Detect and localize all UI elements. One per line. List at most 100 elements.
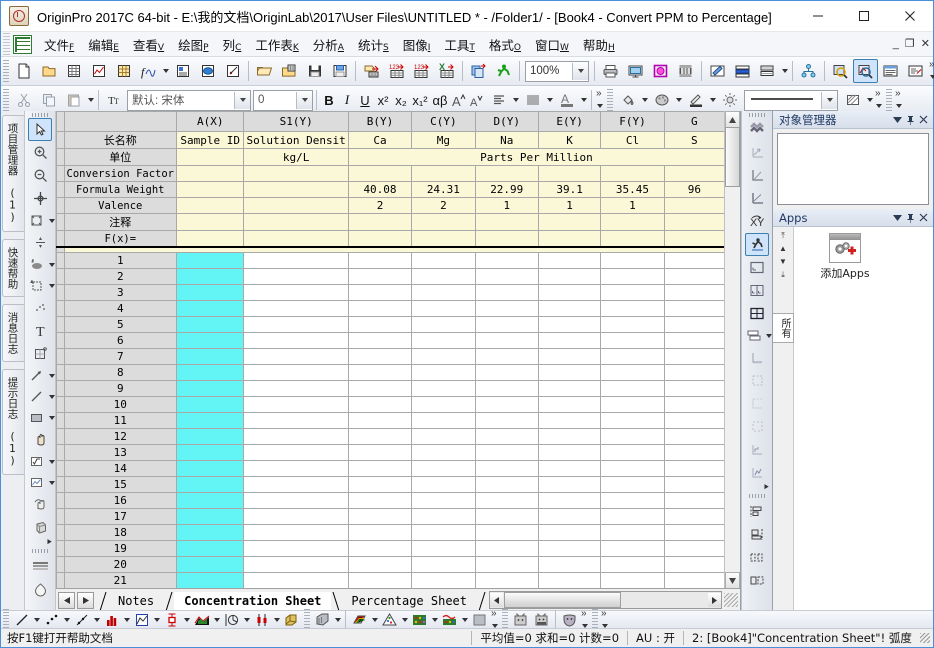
data-cell[interactable] xyxy=(537,300,602,317)
bold-button[interactable]: B xyxy=(320,90,338,111)
print-preview-icon[interactable] xyxy=(623,59,648,83)
data-cell[interactable] xyxy=(175,556,245,573)
meta-cell[interactable] xyxy=(663,197,725,214)
menu-item-window[interactable]: 窗口W xyxy=(528,33,576,56)
meta-cell[interactable] xyxy=(175,230,245,248)
row-number[interactable]: 20 xyxy=(63,556,178,573)
data-cell[interactable] xyxy=(663,252,725,269)
data-cell[interactable] xyxy=(474,268,539,285)
fill-area-icon[interactable] xyxy=(469,612,490,629)
rectangle-dropdown[interactable] xyxy=(49,407,56,428)
line-dropdown[interactable] xyxy=(49,386,56,407)
data-cell[interactable] xyxy=(347,572,413,589)
export-video-icon[interactable] xyxy=(673,59,698,83)
meta-cell[interactable]: 40.08 xyxy=(347,181,413,198)
window-resize-grip[interactable] xyxy=(724,593,738,607)
font-color-dropdown[interactable] xyxy=(579,89,588,111)
data-cell[interactable] xyxy=(600,268,665,285)
3d-rotate-icon[interactable] xyxy=(28,516,52,539)
data-cell[interactable] xyxy=(537,508,602,525)
data-cell[interactable] xyxy=(537,412,602,429)
meta-cell[interactable] xyxy=(600,165,665,182)
run-script-icon[interactable] xyxy=(491,59,516,83)
data-cell[interactable] xyxy=(243,332,349,349)
data-row[interactable]: 18 xyxy=(56,524,725,541)
column-header-ax[interactable]: A(X) xyxy=(175,111,245,132)
data-cell[interactable] xyxy=(474,572,539,589)
data-cell[interactable] xyxy=(175,428,245,445)
menu-item-worksheet[interactable]: 工作表K xyxy=(248,33,305,56)
meta-cell[interactable] xyxy=(663,165,725,182)
meta-cell-merged[interactable]: Parts Per Million xyxy=(347,148,725,166)
mask-icon[interactable] xyxy=(559,612,580,629)
data-cell[interactable] xyxy=(600,508,665,525)
data-cell[interactable] xyxy=(600,252,665,269)
data-cell[interactable] xyxy=(537,396,602,413)
underline-button[interactable]: U xyxy=(356,90,374,111)
axis-left-icon[interactable] xyxy=(745,164,769,187)
data-cell[interactable] xyxy=(175,316,245,333)
meta-cell[interactable] xyxy=(411,165,476,182)
data-cell[interactable] xyxy=(175,492,245,509)
status-resize-grip[interactable] xyxy=(920,633,930,643)
meta-cell[interactable] xyxy=(537,165,602,182)
data-cell[interactable] xyxy=(474,412,539,429)
line-icon[interactable] xyxy=(25,385,49,408)
styles-grip-handle[interactable] xyxy=(32,549,48,553)
font-name-dropdown-arrow[interactable] xyxy=(234,91,250,109)
data-row[interactable]: 8 xyxy=(56,364,725,381)
data-cell[interactable] xyxy=(537,428,602,445)
arrow-region-icon[interactable] xyxy=(28,342,52,365)
data-cell[interactable] xyxy=(347,492,413,509)
format-overflow-3[interactable] xyxy=(894,88,904,111)
meta-cell[interactable]: 1 xyxy=(537,197,602,214)
data-cell[interactable] xyxy=(347,364,413,381)
data-cell[interactable] xyxy=(600,396,665,413)
area-chart-icon[interactable] xyxy=(191,612,212,629)
data-cell[interactable] xyxy=(474,524,539,541)
data-cell[interactable] xyxy=(411,364,476,381)
text-tool-icon[interactable]: T xyxy=(28,319,52,342)
meta-cell[interactable]: Mg xyxy=(411,131,476,149)
hand-icon[interactable] xyxy=(28,428,52,451)
data-row[interactable]: 16 xyxy=(56,492,725,509)
data-cell[interactable] xyxy=(347,380,413,397)
data-cell[interactable] xyxy=(474,556,539,573)
sheet-tab-percentage-sheet[interactable]: Percentage Sheet xyxy=(341,591,477,611)
import-single-ascii-icon[interactable]: 123 xyxy=(384,59,409,83)
columns-dropdown[interactable] xyxy=(545,89,554,111)
data-cell[interactable] xyxy=(243,524,349,541)
subscript-button[interactable]: x₂ xyxy=(392,90,410,111)
data-cell[interactable] xyxy=(474,300,539,317)
data-cell[interactable] xyxy=(175,284,245,301)
data-reader-icon[interactable] xyxy=(28,231,52,254)
font-size-dropdown-arrow[interactable] xyxy=(296,91,312,109)
line-style-combo[interactable] xyxy=(744,89,838,111)
data-cell[interactable] xyxy=(175,476,245,493)
scatter-icon[interactable] xyxy=(28,296,52,319)
data-cell[interactable] xyxy=(663,364,725,381)
sheet-tab-notes[interactable]: Notes xyxy=(108,591,165,611)
rotate-icon[interactable] xyxy=(28,493,52,516)
layer-left-icon[interactable] xyxy=(745,392,769,415)
new-layer-icon[interactable] xyxy=(745,256,769,279)
data-cell[interactable] xyxy=(411,524,476,541)
row-number[interactable]: 19 xyxy=(63,540,178,557)
meta-row-label[interactable]: F(x)= xyxy=(63,230,178,248)
mdi-close-button[interactable]: ✕ xyxy=(921,38,930,50)
zoom-in-icon[interactable] xyxy=(28,141,52,164)
row-number[interactable]: 7 xyxy=(63,348,178,365)
data-cell[interactable] xyxy=(600,380,665,397)
data-cell[interactable] xyxy=(600,476,665,493)
row-number[interactable]: 4 xyxy=(63,300,178,317)
meta-cell[interactable] xyxy=(347,230,413,248)
data-row[interactable]: 15 xyxy=(56,476,725,493)
meta-cell[interactable] xyxy=(243,213,349,231)
pointer-icon[interactable] xyxy=(28,118,52,141)
draw-data-icon[interactable] xyxy=(25,253,49,276)
image-plot-icon[interactable] xyxy=(409,612,430,629)
image-dropdown[interactable] xyxy=(49,472,56,493)
grid-corner[interactable] xyxy=(56,111,65,132)
meta-cell[interactable]: S xyxy=(663,131,725,149)
distribute-v-icon[interactable] xyxy=(745,569,769,592)
